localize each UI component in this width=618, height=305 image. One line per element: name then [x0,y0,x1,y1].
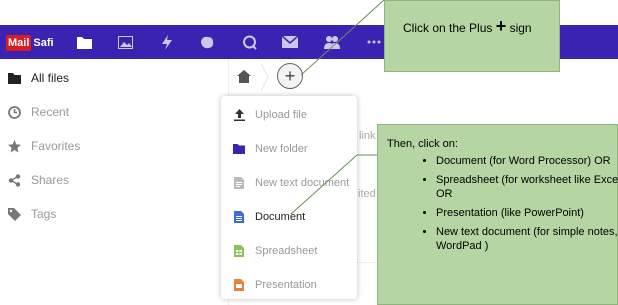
sidebar-item-favorites[interactable]: Favorites [0,129,228,163]
talk-icon[interactable] [241,34,257,50]
menu-item-new-text-document[interactable]: New text document [221,166,357,200]
callout-bullet: Presentation (like PowerPoint) [436,206,618,220]
share-icon [7,173,21,187]
presentation-icon [233,279,245,291]
tag-icon [7,207,21,221]
menu-item-spreadsheet[interactable]: Spreadsheet [221,234,357,268]
sidebar-item-label: All files [31,71,70,85]
sidebar-item-tags[interactable]: Tags [0,197,228,231]
logo-safi-text: Safi [33,36,54,49]
contacts-icon[interactable] [324,34,340,50]
breadcrumb-separator [260,62,270,92]
callout-bullet: New text document (for simple notes, lik… [436,225,618,253]
menu-item-label: New text document [255,177,350,189]
photos-icon[interactable] [117,34,133,50]
menu-item-presentation[interactable]: Presentation [221,268,357,302]
text-doc-icon [233,177,245,189]
settings-app-icon[interactable] [199,34,215,50]
mailsafi-logo[interactable]: Mail Safi [6,34,54,51]
new-file-plus-button[interactable]: + [277,63,303,89]
sidebar-item-label: Favorites [31,139,81,153]
sidebar-item-label: Recent [31,105,70,119]
callout-plus-prefix: Click on the Plus [403,21,493,35]
home-icon[interactable] [237,70,251,84]
sidebar-item-all-files[interactable]: All files [0,61,228,95]
menu-item-document[interactable]: Document [221,200,357,234]
star-icon [7,139,21,153]
sidebar-item-label: Tags [31,207,57,221]
callout-plus-suffix: sign [509,21,532,35]
sidebar-item-label: Shares [31,173,70,187]
menu-item-new-folder[interactable]: New folder [221,132,357,166]
callout-bullet: Document (for Word Processor) OR [436,154,618,168]
menu-item-label: Presentation [255,279,317,291]
document-icon [233,211,245,223]
more-icon[interactable] [366,34,382,50]
spreadsheet-icon [233,245,245,257]
folder-icon [7,71,21,85]
callout-plus-text: Click on the Plus + sign [403,16,532,37]
callout-bullet-list: Document (for Word Processor) OR Spreads… [406,154,618,258]
callout-instructions: Then, click on: Document (for Word Proce… [377,124,618,305]
files-icon[interactable] [76,34,92,50]
menu-item-label: Spreadsheet [255,245,318,257]
sidebar-item-shares[interactable]: Shares [0,163,228,197]
activity-icon[interactable] [159,34,175,50]
upload-icon [233,109,245,121]
callout-bullet: Spreadsheet (for worksheet like Excel) O… [436,173,618,201]
background-text-fragment: link [359,130,376,142]
menu-item-upload-file[interactable]: Upload file [221,98,357,132]
files-sidebar: All files Recent Favorites Shares Tags [0,59,228,305]
mail-icon[interactable] [282,34,298,50]
new-item-menu: Upload file New folder New text document… [221,96,357,299]
background-text-fragment: ited [358,188,376,200]
folder-icon [233,143,245,155]
callout-plus-sign: + [495,16,507,36]
callout-click-plus: Click on the Plus + sign [384,0,560,72]
callout-heading: Then, click on: [387,138,458,150]
menu-item-label: New folder [255,143,308,155]
menu-item-label: Upload file [255,109,307,121]
clock-icon [7,105,21,119]
menu-item-label: Document [255,211,306,223]
logo-mail-text: Mail [6,34,32,51]
sidebar-item-recent[interactable]: Recent [0,95,228,129]
